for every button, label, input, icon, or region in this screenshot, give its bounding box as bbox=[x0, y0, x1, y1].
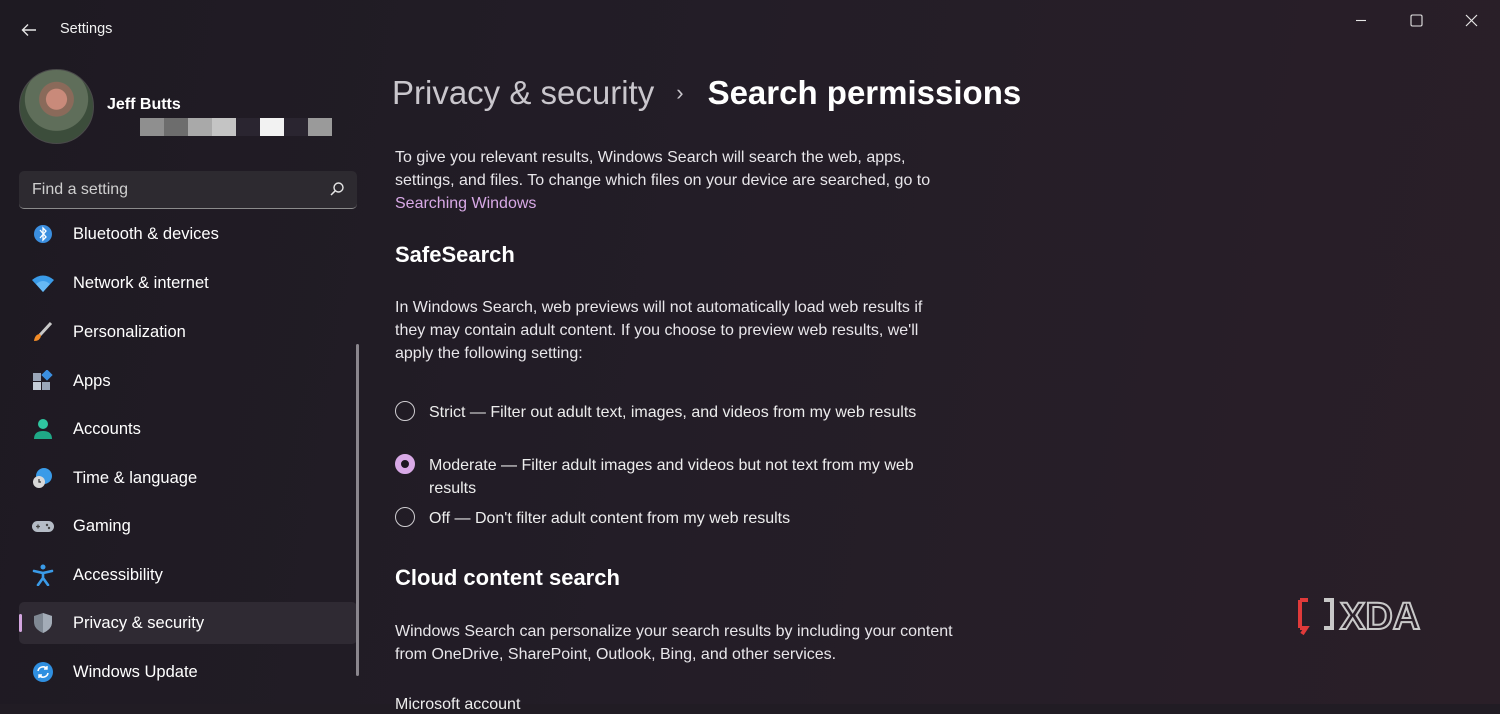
back-button[interactable] bbox=[14, 16, 44, 44]
cloud-content-heading: Cloud content search bbox=[395, 565, 620, 590]
sidebar-item-label: Network & internet bbox=[73, 274, 209, 292]
radio-label: Moderate — Filter adult images and video… bbox=[429, 457, 914, 497]
accessibility-icon bbox=[32, 564, 54, 586]
close-button[interactable] bbox=[1448, 8, 1494, 32]
sidebar-item-label: Privacy & security bbox=[73, 614, 205, 632]
minimize-button[interactable] bbox=[1338, 8, 1384, 32]
sidebar-item-network[interactable]: Network & internet bbox=[19, 262, 357, 304]
sidebar-item-label: Gaming bbox=[73, 517, 131, 535]
profile-name: Jeff Butts bbox=[107, 96, 181, 113]
sidebar-item-privacy-security[interactable]: Privacy & security bbox=[19, 602, 357, 644]
bluetooth-icon bbox=[34, 225, 52, 243]
maximize-icon bbox=[1409, 13, 1423, 27]
sidebar-item-label: Personalization bbox=[73, 323, 186, 341]
radio-moderate[interactable] bbox=[395, 454, 415, 474]
cloud-content-description: Windows Search can personalize your sear… bbox=[395, 623, 953, 663]
avatar[interactable] bbox=[19, 69, 94, 144]
sidebar-nav: Bluetooth & devices Network & internet P… bbox=[19, 220, 357, 704]
globe-clock-icon bbox=[33, 468, 52, 488]
sidebar-item-accessibility[interactable]: Accessibility bbox=[19, 554, 357, 596]
shield-icon bbox=[34, 613, 52, 633]
breadcrumb: Privacy & security › Search permissions bbox=[392, 70, 1021, 116]
sidebar-item-apps[interactable]: Apps bbox=[19, 360, 357, 402]
close-icon bbox=[1465, 14, 1477, 26]
safesearch-description: In Windows Search, web previews will not… bbox=[395, 299, 923, 362]
arrow-left-icon bbox=[21, 24, 36, 36]
sync-icon bbox=[33, 662, 53, 682]
safesearch-option-moderate[interactable]: Moderate — Filter adult images and video… bbox=[395, 454, 955, 500]
search-input[interactable] bbox=[19, 171, 334, 209]
searching-windows-link[interactable]: Searching Windows bbox=[395, 195, 536, 212]
app-title: Settings bbox=[60, 21, 113, 37]
watermark-text: XDA bbox=[1340, 596, 1420, 636]
sidebar-item-gaming[interactable]: Gaming bbox=[19, 505, 357, 547]
sidebar-scrollbar[interactable] bbox=[356, 344, 359, 676]
sidebar-item-label: Windows Update bbox=[73, 663, 198, 681]
brush-icon bbox=[34, 321, 53, 341]
title-bar: Settings bbox=[0, 0, 1500, 60]
selection-indicator bbox=[19, 614, 22, 632]
sidebar-item-windows-update[interactable]: Windows Update bbox=[19, 651, 357, 693]
radio-off[interactable] bbox=[395, 507, 415, 527]
sidebar-item-bluetooth[interactable]: Bluetooth & devices bbox=[19, 220, 357, 255]
safesearch-heading: SafeSearch bbox=[395, 242, 515, 267]
search-box[interactable] bbox=[19, 171, 357, 209]
sidebar-item-accounts[interactable]: Accounts bbox=[19, 408, 357, 450]
chevron-right-icon: › bbox=[676, 80, 684, 105]
user-profile[interactable]: Jeff Butts bbox=[19, 68, 349, 144]
sidebar-item-label: Bluetooth & devices bbox=[73, 225, 219, 243]
breadcrumb-parent[interactable]: Privacy & security bbox=[392, 74, 654, 112]
intro-text: To give you relevant results, Windows Se… bbox=[395, 149, 931, 189]
xda-logo-icon: XDA bbox=[1298, 596, 1421, 636]
radio-strict[interactable] bbox=[395, 401, 415, 421]
sidebar-item-label: Time & language bbox=[73, 469, 198, 487]
sidebar-item-personalization[interactable]: Personalization bbox=[19, 311, 357, 353]
intro-paragraph: To give you relevant results, Windows Se… bbox=[395, 146, 955, 215]
sidebar-item-label: Accounts bbox=[73, 420, 141, 438]
maximize-button[interactable] bbox=[1393, 8, 1439, 32]
wifi-icon bbox=[32, 275, 54, 292]
redacted-email bbox=[140, 118, 334, 136]
sidebar: Jeff Butts Bluetooth & devices bbox=[0, 60, 365, 704]
apps-icon bbox=[33, 370, 53, 390]
search-icon[interactable] bbox=[329, 181, 345, 197]
radio-label: Off — Don't filter adult content from my… bbox=[429, 510, 791, 527]
minimize-icon bbox=[1356, 19, 1366, 22]
safesearch-option-off[interactable]: Off — Don't filter adult content from my… bbox=[395, 507, 955, 531]
safesearch-option-strict[interactable]: Strict — Filter out adult text, images, … bbox=[395, 401, 955, 447]
microsoft-account-label: Microsoft account bbox=[395, 696, 521, 713]
page-title: Search permissions bbox=[707, 74, 1022, 111]
person-icon bbox=[34, 419, 52, 439]
sidebar-item-time-language[interactable]: Time & language bbox=[19, 457, 357, 499]
sidebar-item-label: Accessibility bbox=[73, 566, 163, 584]
gamepad-icon bbox=[32, 521, 54, 532]
sidebar-item-label: Apps bbox=[73, 372, 111, 390]
radio-label: Strict — Filter out adult text, images, … bbox=[429, 404, 917, 421]
